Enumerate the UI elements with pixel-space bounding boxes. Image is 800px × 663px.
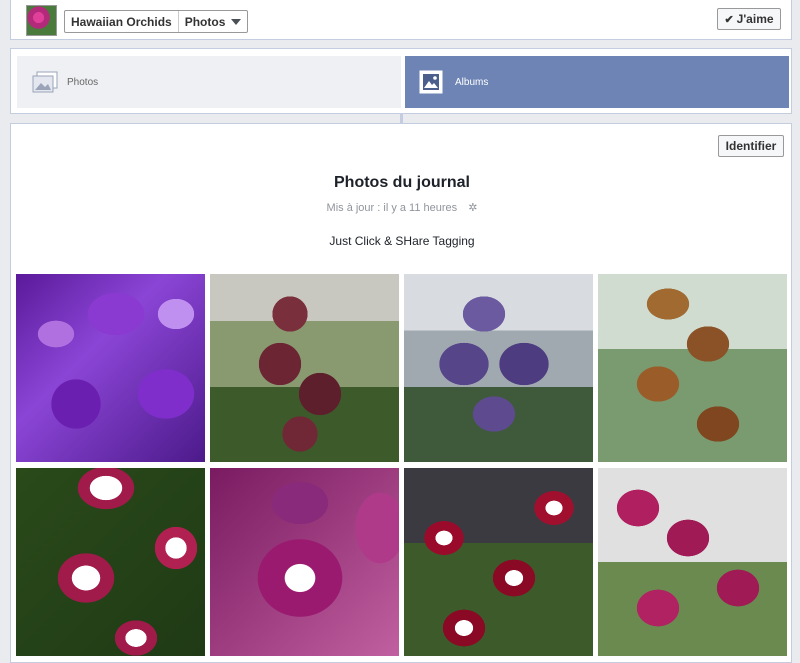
photo-thumbnail[interactable]	[16, 468, 205, 656]
photo-thumbnail[interactable]	[598, 274, 787, 462]
photo-thumbnail[interactable]	[210, 468, 399, 656]
photo-thumbnail[interactable]	[404, 274, 593, 462]
updated-text: Mis à jour : il y a 11 heures	[326, 202, 458, 214]
photo-thumbnail[interactable]	[404, 468, 593, 656]
album-panel: Identifier Photos du journal Mis à jour …	[10, 123, 792, 663]
like-button-label: J'aime	[736, 12, 774, 26]
photo-tabs: Photos Albums	[10, 48, 792, 114]
album-title: Photos du journal	[334, 174, 470, 191]
chevron-down-icon	[231, 18, 242, 25]
check-icon: ✔	[724, 13, 734, 26]
identify-button[interactable]: Identifier	[718, 135, 784, 157]
photo-thumbnail[interactable]	[16, 274, 205, 462]
tab-photos-label: Photos	[67, 76, 99, 88]
tab-albums[interactable]: Albums	[405, 56, 789, 108]
album-description: Just Click & SHare Tagging	[329, 234, 475, 248]
like-button[interactable]: ✔ J'aime	[717, 8, 781, 30]
page-profile-thumbnail[interactable]	[26, 5, 57, 36]
page-section-selector[interactable]: Hawaiian Orchids Photos	[64, 10, 249, 33]
section-label: Photos	[184, 14, 226, 29]
photo-thumbnail[interactable]	[210, 274, 399, 462]
tab-albums-label: Albums	[455, 76, 489, 88]
tab-photos[interactable]: Photos	[17, 56, 401, 108]
page-name-link[interactable]: Hawaiian Orchids	[65, 11, 178, 32]
photo-thumbnail[interactable]	[598, 468, 787, 656]
page-header: Hawaiian Orchids Photos ✔ J'aime	[10, 0, 792, 40]
albums-icon	[419, 70, 443, 94]
section-dropdown[interactable]: Photos	[177, 11, 248, 32]
photos-icon	[31, 70, 58, 94]
album-updated: Mis à jour : il y a 11 heures ✲	[11, 201, 793, 214]
gear-icon[interactable]: ✲	[468, 202, 477, 214]
